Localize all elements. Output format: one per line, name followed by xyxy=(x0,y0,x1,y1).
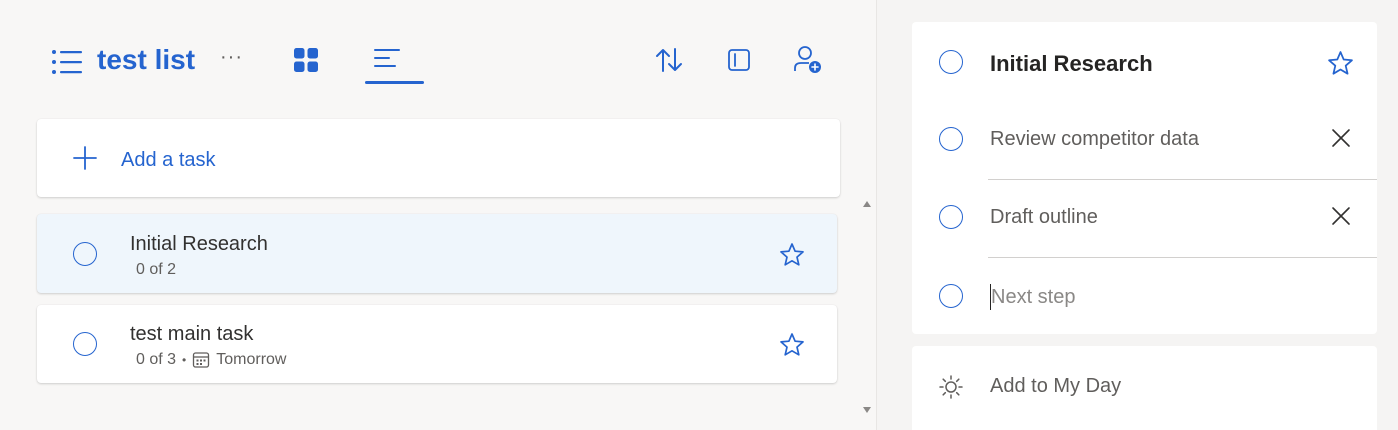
add-task-label[interactable]: Add a task xyxy=(121,149,216,172)
sun-icon xyxy=(939,375,963,399)
detail-complete-checkbox[interactable] xyxy=(939,50,963,74)
task-meta: 0 of 2 xyxy=(136,261,176,279)
close-icon[interactable] xyxy=(1331,206,1351,226)
task-list-pane: test list ··· Add a task Initial Researc… xyxy=(0,0,876,430)
active-view-indicator xyxy=(365,81,424,84)
star-icon[interactable] xyxy=(779,332,805,358)
meta-separator: • xyxy=(182,353,187,367)
detail-task-title[interactable]: Initial Research xyxy=(990,51,1153,77)
task-row[interactable]: test main task 0 of 3 • Tomorrow xyxy=(37,305,837,383)
task-title: test main task xyxy=(130,323,254,345)
task-complete-checkbox[interactable] xyxy=(73,242,97,266)
star-icon[interactable] xyxy=(1327,50,1354,77)
list-view-icon xyxy=(374,49,400,67)
step-complete-checkbox[interactable] xyxy=(939,205,963,229)
add-to-my-day-button[interactable]: Add to My Day xyxy=(912,346,1377,430)
grid-view-button[interactable] xyxy=(290,44,322,76)
task-meta: 0 of 3 • Tomorrow xyxy=(136,351,286,369)
task-complete-checkbox[interactable] xyxy=(73,332,97,356)
step-divider xyxy=(988,179,1377,180)
step-label[interactable]: Draft outline xyxy=(990,206,1098,229)
list-icon xyxy=(50,48,84,76)
due-date: Tomorrow xyxy=(216,351,287,368)
panel-icon xyxy=(728,49,750,71)
next-step-input[interactable] xyxy=(990,284,1290,310)
star-icon[interactable] xyxy=(779,242,805,268)
add-person-icon xyxy=(794,46,821,73)
steps-count: 0 of 2 xyxy=(136,261,177,278)
task-row[interactable]: Initial Research 0 of 2 xyxy=(37,214,837,293)
share-list-button[interactable] xyxy=(790,42,826,78)
scroll-up-arrow[interactable] xyxy=(862,200,872,208)
grid-icon xyxy=(294,48,318,72)
details-pane-button[interactable] xyxy=(722,44,756,76)
sort-icon xyxy=(656,48,682,72)
add-task-card[interactable]: Add a task xyxy=(37,119,840,197)
calendar-icon xyxy=(193,352,210,368)
step-divider xyxy=(988,257,1377,258)
next-step-checkbox xyxy=(939,284,963,308)
task-detail-card: Initial Research Review competitor data … xyxy=(912,22,1377,334)
plus-icon xyxy=(73,146,97,170)
sort-button[interactable] xyxy=(652,44,686,76)
add-to-my-day-label: Add to My Day xyxy=(990,375,1122,397)
step-label[interactable]: Review competitor data xyxy=(990,128,1199,151)
task-title: Initial Research xyxy=(130,233,268,255)
step-complete-checkbox[interactable] xyxy=(939,127,963,151)
close-icon[interactable] xyxy=(1331,128,1351,148)
steps-count: 0 of 3 xyxy=(136,351,177,368)
list-title[interactable]: test list xyxy=(97,44,195,76)
list-view-button[interactable] xyxy=(370,44,404,74)
more-options-button[interactable]: ··· xyxy=(220,46,243,69)
scroll-down-arrow[interactable] xyxy=(862,406,872,414)
